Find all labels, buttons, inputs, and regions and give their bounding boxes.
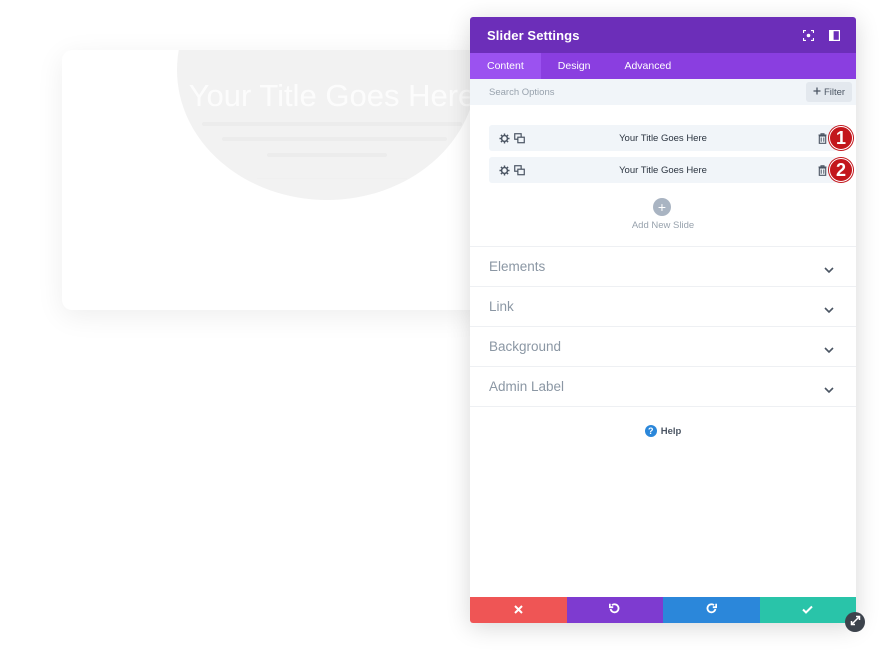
- checkmark-icon: [802, 601, 813, 619]
- chevron-down-icon: [823, 382, 835, 394]
- panel-header[interactable]: Slider Settings: [470, 17, 856, 53]
- slide-item[interactable]: Your Title Goes Here: [489, 157, 837, 183]
- help-link[interactable]: ? Help: [470, 425, 856, 437]
- chevron-down-icon: [823, 342, 835, 354]
- search-options-input[interactable]: [470, 86, 770, 98]
- action-bar: [470, 597, 856, 623]
- undo-icon: [609, 601, 620, 619]
- tab-advanced[interactable]: Advanced: [607, 53, 688, 79]
- preview-text-line: [202, 122, 462, 126]
- add-new-slide-link[interactable]: Add New Slide: [470, 220, 856, 231]
- settings-tabs: Content Design Advanced: [470, 53, 856, 79]
- section-label: Admin Label: [489, 379, 565, 394]
- section-label: Elements: [489, 259, 546, 274]
- preview-text-line: [222, 137, 447, 141]
- slide-title: Your Title Goes Here: [619, 132, 707, 144]
- trash-icon[interactable]: [817, 132, 827, 144]
- section-admin-label[interactable]: Admin Label: [470, 367, 856, 407]
- undo-button[interactable]: [566, 597, 663, 623]
- number-badge: 1: [829, 126, 853, 150]
- save-button[interactable]: [759, 597, 856, 623]
- help-icon: ?: [644, 425, 657, 437]
- plus-icon: [813, 87, 821, 98]
- resize-handle[interactable]: [845, 612, 865, 632]
- section-label: Background: [489, 339, 562, 354]
- help-label: Help: [660, 425, 682, 437]
- duplicate-icon[interactable]: [513, 132, 525, 144]
- preview-slide-title: Your Title Goes Here: [188, 78, 476, 113]
- tab-design[interactable]: Design: [541, 53, 608, 79]
- redo-button[interactable]: [663, 597, 760, 623]
- number-badge: 2: [829, 158, 853, 182]
- chevron-down-icon: [823, 302, 835, 314]
- close-icon: [514, 601, 523, 619]
- redo-icon: [706, 601, 717, 619]
- builder-canvas: Your Title Goes Here Slider Settings Con…: [0, 0, 880, 657]
- cancel-button[interactable]: [470, 597, 567, 623]
- slider-preview[interactable]: Your Title Goes Here: [62, 50, 482, 310]
- section-label: Link: [489, 299, 514, 314]
- filter-button[interactable]: Filter: [806, 82, 852, 102]
- trash-icon[interactable]: [817, 164, 827, 176]
- focus-icon[interactable]: [801, 28, 815, 42]
- chevron-down-icon: [823, 262, 835, 274]
- preview-text-line: [267, 153, 387, 157]
- duplicate-icon[interactable]: [513, 164, 525, 176]
- section-elements[interactable]: Elements: [470, 247, 856, 287]
- resize-arrows-icon: [850, 613, 861, 631]
- gear-icon[interactable]: [498, 164, 510, 176]
- slide-item[interactable]: Your Title Goes Here: [489, 125, 837, 151]
- slide-list: Your Title Goes Here 1 Your Title Goes H…: [470, 105, 856, 247]
- section-background[interactable]: Background: [470, 327, 856, 367]
- add-slide-plus-icon[interactable]: +: [653, 198, 671, 216]
- tab-content[interactable]: Content: [470, 53, 541, 79]
- filter-label: Filter: [823, 86, 846, 98]
- gear-icon[interactable]: [498, 132, 510, 144]
- panel-title: Slider Settings: [487, 27, 580, 43]
- sidebar-toggle-icon[interactable]: [827, 28, 841, 42]
- section-link[interactable]: Link: [470, 287, 856, 327]
- slide-title: Your Title Goes Here: [619, 164, 707, 176]
- search-bar: Filter: [470, 79, 856, 105]
- slider-settings-panel: Slider Settings Content Design Advanced …: [470, 17, 856, 623]
- preview-slide-button: [257, 178, 407, 196]
